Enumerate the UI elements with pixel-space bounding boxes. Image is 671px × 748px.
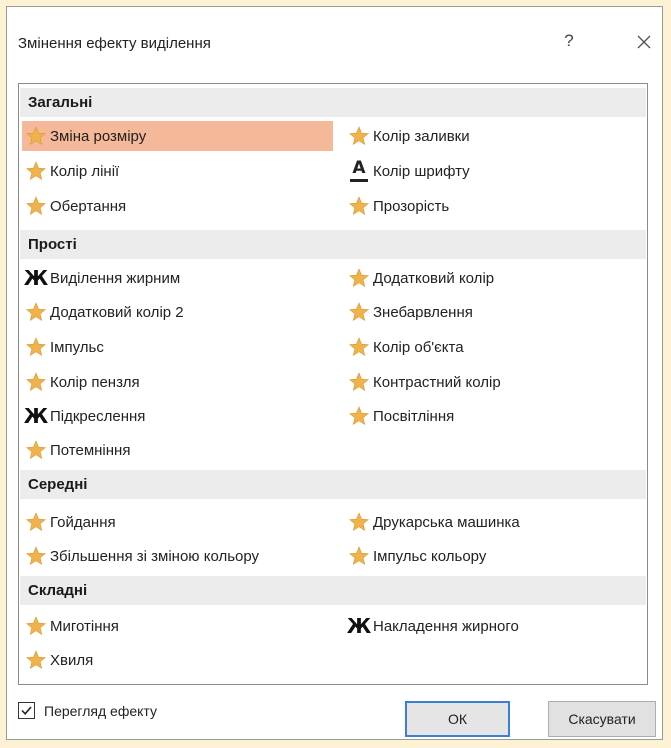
group-header-exciting: Складні	[20, 576, 646, 605]
effect-item-label: Підкреслення	[50, 407, 146, 425]
bold-icon: Ж	[23, 404, 49, 428]
change-emphasis-effect-dialog: Змінення ефекту виділення ? Загальні Про…	[6, 6, 663, 740]
star-icon	[24, 335, 48, 359]
effect-item[interactable]: Посвітління	[345, 401, 647, 431]
star-icon	[347, 510, 371, 534]
star-icon	[347, 124, 371, 148]
effect-item-label: Контрастний колір	[373, 373, 501, 391]
effect-item-label: Імпульс	[50, 338, 104, 356]
star-icon	[24, 438, 48, 462]
star-icon	[347, 335, 371, 359]
effect-item-label: Обертання	[50, 197, 127, 215]
effect-item[interactable]: Колір лінії	[22, 156, 333, 186]
effect-item[interactable]: Миготіння	[22, 611, 333, 641]
effect-item[interactable]: Ж Виділення жирним	[22, 263, 333, 293]
group-header-general: Загальні	[20, 88, 646, 117]
star-icon	[24, 300, 48, 324]
help-button[interactable]: ?	[559, 31, 579, 53]
font-color-icon: A	[347, 158, 371, 183]
effect-item-label: Колір заливки	[373, 127, 470, 145]
effect-item[interactable]: Обертання	[22, 191, 333, 221]
checkbox-box[interactable]	[18, 702, 35, 719]
effect-item[interactable]: Колір об'єкта	[345, 332, 647, 362]
star-icon	[24, 614, 48, 638]
effect-item-label: Миготіння	[50, 617, 119, 635]
dialog-title: Змінення ефекту виділення	[18, 35, 211, 52]
effect-item[interactable]: A Колір шрифту	[345, 156, 647, 186]
effect-item-label: Імпульс кольору	[373, 547, 487, 565]
effect-item[interactable]: Імпульс	[22, 332, 333, 362]
preview-effect-checkbox[interactable]: Перегляд ефекту	[18, 702, 157, 719]
effect-item-label: Посвітління	[373, 407, 455, 425]
effect-item[interactable]: Хвиля	[22, 645, 333, 675]
effect-item[interactable]: Контрастний колір	[345, 367, 647, 397]
close-button[interactable]	[633, 29, 655, 53]
star-icon	[24, 370, 48, 394]
effect-item-label: Збільшення зі зміною кольору	[50, 547, 260, 565]
ok-button[interactable]: ОК	[405, 701, 510, 737]
effect-item[interactable]: Додатковий колір	[345, 263, 647, 293]
preview-effect-label: Перегляд ефекту	[44, 702, 157, 719]
star-icon	[347, 404, 371, 428]
star-icon	[24, 194, 48, 218]
star-icon	[24, 159, 48, 183]
effect-item[interactable]: Друкарська машинка	[345, 507, 647, 537]
star-icon	[24, 648, 48, 672]
effect-item-label: Накладення жирного	[373, 617, 519, 635]
bold-icon: Ж	[346, 614, 372, 638]
effect-item-label: Додатковий колір	[373, 269, 495, 287]
effect-item[interactable]: Гойдання	[22, 507, 333, 537]
effect-item[interactable]: Прозорість	[345, 191, 647, 221]
effect-item-label: Прозорість	[373, 197, 450, 215]
effects-list[interactable]: Загальні Прості Середні Складні Зміна ро…	[18, 83, 648, 685]
effect-item-label: Знебарвлення	[373, 303, 473, 321]
close-icon	[637, 35, 651, 49]
cancel-button[interactable]: Скасувати	[548, 701, 656, 737]
effect-item[interactable]: Імпульс кольору	[345, 541, 647, 571]
title-bar: Змінення ефекту виділення ?	[7, 7, 662, 75]
star-icon	[347, 544, 371, 568]
effect-item[interactable]: Додатковий колір 2	[22, 297, 333, 327]
effect-item-label: Потемніння	[50, 441, 131, 459]
star-icon	[347, 194, 371, 218]
group-header-simple: Прості	[20, 230, 646, 259]
effect-item[interactable]: Зміна розміру	[22, 121, 333, 151]
effect-item-label: Гойдання	[50, 513, 116, 531]
star-icon	[347, 370, 371, 394]
group-header-moderate: Середні	[20, 470, 646, 499]
effect-item-label: Колір лінії	[50, 162, 120, 180]
effect-item[interactable]: Колір пензля	[22, 367, 333, 397]
effect-item[interactable]: Потемніння	[22, 435, 333, 465]
star-icon	[24, 544, 48, 568]
effect-item-label: Зміна розміру	[50, 127, 147, 145]
effect-item-label: Колір шрифту	[373, 162, 470, 180]
effect-item[interactable]: Ж Підкреслення	[22, 401, 333, 431]
effect-item-label: Колір об'єкта	[373, 338, 464, 356]
effect-item-label: Колір пензля	[50, 373, 140, 391]
star-icon	[347, 300, 371, 324]
effect-item[interactable]: Ж Накладення жирного	[345, 611, 647, 641]
effect-item-label: Додатковий колір 2	[50, 303, 184, 321]
effect-item-label: Друкарська машинка	[373, 513, 520, 531]
bold-icon: Ж	[23, 266, 49, 290]
checkmark-icon	[21, 706, 32, 715]
effect-item[interactable]: Збільшення зі зміною кольору	[22, 541, 333, 571]
effect-item-label: Виділення жирним	[50, 269, 181, 287]
effect-item[interactable]: Знебарвлення	[345, 297, 647, 327]
effect-item-label: Хвиля	[50, 651, 94, 669]
star-icon	[24, 510, 48, 534]
star-icon	[347, 266, 371, 290]
effect-item[interactable]: Колір заливки	[345, 121, 647, 151]
star-icon	[24, 124, 48, 148]
